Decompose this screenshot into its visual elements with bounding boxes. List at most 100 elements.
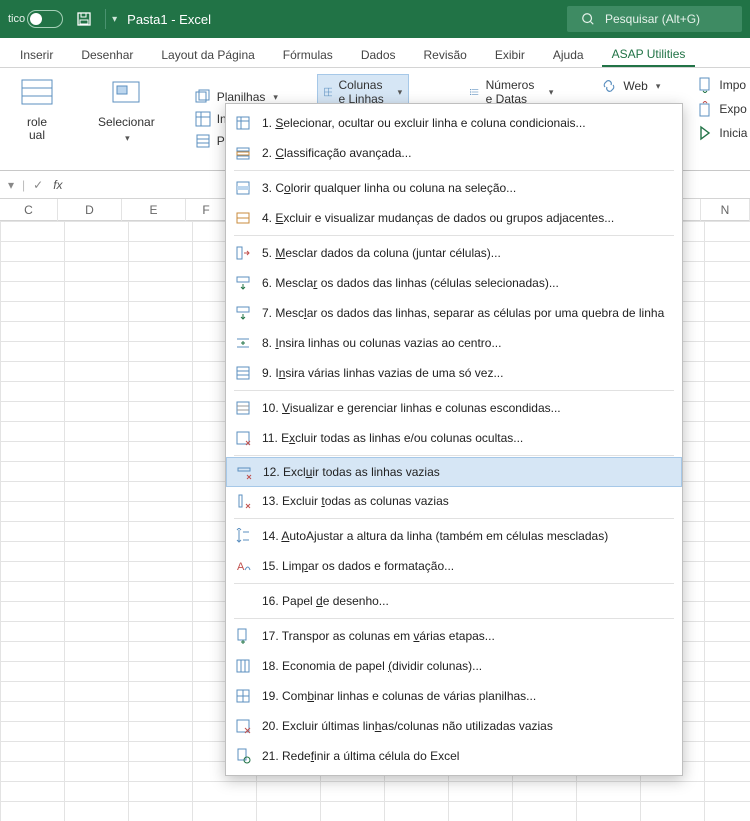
menu-item-icon	[234, 429, 252, 447]
cancel-icon[interactable]: ✓	[33, 178, 43, 192]
tab-layout[interactable]: Layout da Página	[151, 42, 264, 67]
menu-item-10[interactable]: 10. Visualizar e gerenciar linhas e colu…	[226, 393, 682, 423]
menu-item-label: 13. Excluir todas as colunas vazias	[262, 494, 449, 508]
menu-separator	[234, 170, 674, 171]
import-doc-icon	[697, 77, 713, 93]
web-dropdown[interactable]: Web▾	[594, 74, 667, 98]
importar-button[interactable]: Impo	[693, 74, 750, 96]
titlebar-separator	[105, 9, 106, 29]
col-header[interactable]: E	[122, 199, 186, 221]
menu-item-15[interactable]: A15. Limpar os dados e formatação...	[226, 551, 682, 581]
menu-item-icon	[234, 717, 252, 735]
menu-item-12[interactable]: 12. Excluir todas as linhas vazias	[226, 457, 682, 487]
menu-separator	[234, 455, 674, 456]
menu-item-6[interactable]: 6. Mesclar os dados das linhas (células …	[226, 268, 682, 298]
menu-item-icon	[234, 657, 252, 675]
columns-rows-icon	[324, 84, 333, 100]
menu-item-19[interactable]: 19. Combinar linhas e colunas de várias …	[226, 681, 682, 711]
save-icon[interactable]	[75, 10, 93, 28]
auto-save-label: tico	[8, 13, 25, 25]
fx-label[interactable]: fx	[53, 178, 62, 192]
tab-ajuda[interactable]: Ajuda	[543, 42, 594, 67]
menu-item-11[interactable]: 11. Excluir todas as linhas e/ou colunas…	[226, 423, 682, 453]
menu-item-label: 14. AutoAjustar a altura da linha (també…	[262, 529, 608, 543]
tab-inserir[interactable]: Inserir	[10, 42, 63, 67]
web-link-icon	[601, 78, 617, 94]
selecionar-button[interactable]: Selecionar ▾	[90, 74, 163, 148]
menu-separator	[234, 518, 674, 519]
menu-item-label: 9. Insira várias linhas vazias de uma só…	[262, 366, 503, 380]
col-header[interactable]: D	[58, 199, 122, 221]
exportar-button[interactable]: Expo	[693, 98, 750, 120]
name-box-dropdown[interactable]: ▾	[8, 178, 14, 192]
menu-item-icon	[234, 527, 252, 545]
menu-item-2[interactable]: 2. Classificação avançada...	[226, 138, 682, 168]
menu-item-20[interactable]: 20. Excluir últimas linhas/colunas não u…	[226, 711, 682, 741]
menu-item-icon	[234, 747, 252, 765]
menu-item-icon	[234, 144, 252, 162]
menu-item-icon	[234, 364, 252, 382]
iniciar-button[interactable]: Inicia	[693, 122, 750, 144]
tab-revisao[interactable]: Revisão	[414, 42, 477, 67]
ribbon-tabs: Inserir Desenhar Layout da Página Fórmul…	[0, 38, 750, 68]
menu-item-18[interactable]: 18. Economia de papel (dividir colunas).…	[226, 651, 682, 681]
menu-item-icon	[234, 304, 252, 322]
window-title: Pasta1 - Excel	[127, 12, 211, 27]
menu-separator	[234, 618, 674, 619]
autosave-toggle[interactable]	[27, 10, 63, 28]
tab-desenhar[interactable]: Desenhar	[71, 42, 143, 67]
menu-item-5[interactable]: 5. Mesclar dados da coluna (juntar célul…	[226, 238, 682, 268]
menu-item-4[interactable]: 4. Excluir e visualizar mudanças de dado…	[226, 203, 682, 233]
col-header[interactable]: N	[700, 199, 750, 221]
tab-asap-utilities[interactable]: ASAP Utilities	[602, 41, 696, 67]
menu-item-14[interactable]: 14. AutoAjustar a altura da linha (també…	[226, 521, 682, 551]
menu-separator	[234, 390, 674, 391]
visual-role-button[interactable]: role ual	[12, 74, 62, 146]
menu-item-label: 17. Transpor as colunas em várias etapas…	[262, 629, 495, 643]
menu-item-label: 4. Excluir e visualizar mudanças de dado…	[262, 211, 614, 225]
menu-item-label: 2. Classificação avançada...	[262, 146, 411, 160]
menu-item-8[interactable]: 8. Insira linhas ou colunas vazias ao ce…	[226, 328, 682, 358]
titlebar: tico ▾ Pasta1 - Excel Pesquisar (Alt+G)	[0, 0, 750, 38]
menu-item-9[interactable]: 9. Insira várias linhas vazias de uma só…	[226, 358, 682, 388]
menu-item-label: 12. Excluir todas as linhas vazias	[263, 465, 440, 479]
menu-item-icon	[234, 627, 252, 645]
col-header[interactable]: F	[186, 199, 226, 221]
customize-quick-access[interactable]: ▾	[112, 14, 117, 25]
colunas-e-linhas-menu: 1. Selecionar, ocultar ou excluir linha …	[225, 103, 683, 776]
menu-item-icon	[234, 687, 252, 705]
dropdown-icon: ▾	[125, 133, 130, 144]
tell-me-search[interactable]: Pesquisar (Alt+G)	[567, 6, 742, 32]
menu-item-icon: A	[234, 557, 252, 575]
menu-item-16[interactable]: 16. Papel de desenho...	[226, 586, 682, 616]
tab-dados[interactable]: Dados	[351, 42, 406, 67]
menu-separator	[234, 583, 674, 584]
menu-item-21[interactable]: 21. Redefinir a última célula do Excel	[226, 741, 682, 771]
search-placeholder: Pesquisar (Alt+G)	[605, 12, 700, 26]
menu-item-label: 21. Redefinir a última célula do Excel	[262, 749, 459, 763]
menu-item-17[interactable]: 17. Transpor as colunas em várias etapas…	[226, 621, 682, 651]
export-doc-icon	[697, 101, 713, 117]
menu-item-label: 16. Papel de desenho...	[262, 594, 389, 608]
menu-separator	[234, 235, 674, 236]
menu-item-label: 11. Excluir todas as linhas e/ou colunas…	[262, 431, 523, 445]
col-header[interactable]: C	[0, 199, 58, 221]
menu-item-label: 18. Economia de papel (dividir colunas).…	[262, 659, 482, 673]
svg-text:A: A	[237, 561, 245, 573]
tab-formulas[interactable]: Fórmulas	[273, 42, 343, 67]
menu-item-1[interactable]: 1. Selecionar, ocultar ou excluir linha …	[226, 108, 682, 138]
tab-exibir[interactable]: Exibir	[485, 42, 535, 67]
menu-item-label: 19. Combinar linhas e colunas de várias …	[262, 689, 536, 703]
menu-item-7[interactable]: 7. Mesclar os dados das linhas, separar …	[226, 298, 682, 328]
menu-item-3[interactable]: 3. Colorir qualquer linha ou coluna na s…	[226, 173, 682, 203]
play-icon	[697, 125, 713, 141]
menu-item-label: 6. Mesclar os dados das linhas (células …	[262, 276, 559, 290]
menu-item-icon	[234, 244, 252, 262]
menu-item-icon	[234, 399, 252, 417]
menu-item-icon	[234, 209, 252, 227]
menu-item-label: 7. Mesclar os dados das linhas, separar …	[262, 306, 664, 320]
menu-item-label: 3. Colorir qualquer linha ou coluna na s…	[262, 181, 516, 195]
numbered-list-icon	[470, 84, 479, 100]
menu-item-13[interactable]: 13. Excluir todas as colunas vazias	[226, 486, 682, 516]
menu-item-icon	[234, 179, 252, 197]
